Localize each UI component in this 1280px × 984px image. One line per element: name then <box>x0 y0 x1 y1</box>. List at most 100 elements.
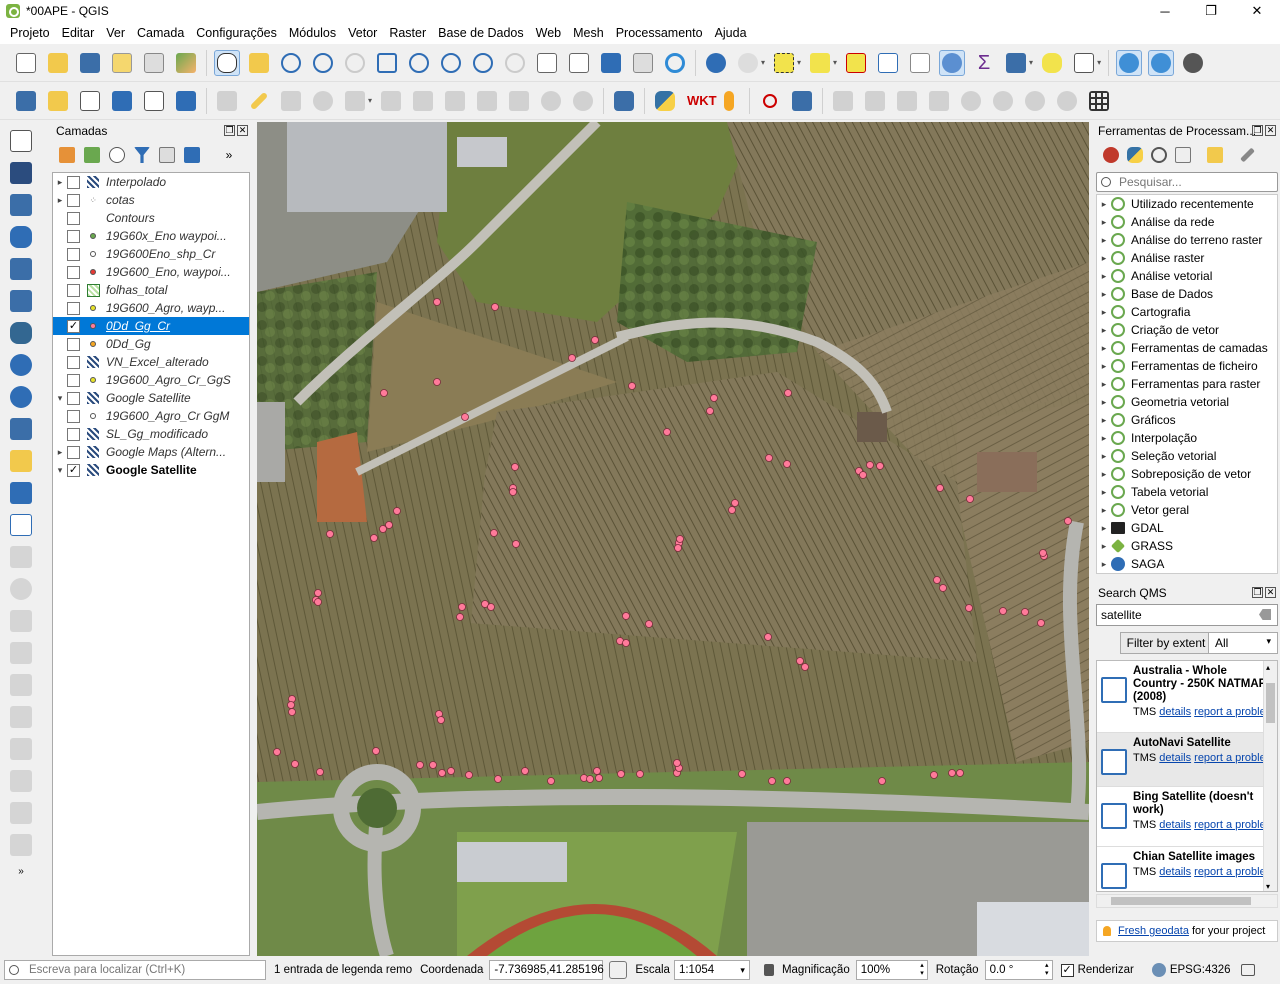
crs-icon[interactable] <box>1151 963 1166 977</box>
layer-row[interactable]: 19G600_Agro_Cr_GgS <box>53 371 249 389</box>
layer-visibility-checkbox[interactable]: ✓ <box>67 319 80 333</box>
database-icon[interactable] <box>611 88 637 114</box>
report-link[interactable]: report a proble <box>1194 819 1266 831</box>
measure-line-icon[interactable] <box>8 544 34 570</box>
close-panel-button[interactable]: ✕ <box>237 125 248 136</box>
processing-group[interactable]: ▸ Interpolação <box>1097 429 1277 447</box>
layer-row[interactable]: Contours <box>53 209 249 227</box>
layer-visibility-checkbox[interactable] <box>67 301 80 315</box>
layer-visibility-checkbox[interactable] <box>67 211 80 225</box>
processing-group[interactable]: ▸ GRASS <box>1097 537 1277 555</box>
processing-group[interactable]: ▸ Ferramentas de ficheiro <box>1097 357 1277 375</box>
zoom-full-icon[interactable] <box>374 50 400 76</box>
qms-search-icon[interactable] <box>1148 49 1175 76</box>
processing-options-icon[interactable] <box>1236 144 1258 166</box>
save-project-icon[interactable] <box>77 50 103 76</box>
layer-row[interactable]: ▾ Google Satellite <box>53 389 249 407</box>
menu-item-3[interactable]: Camada <box>131 26 190 40</box>
layer-row[interactable]: ▸ ⁘ cotas <box>53 191 249 209</box>
sum-icon[interactable]: Σ <box>971 50 997 76</box>
expand-arrow-icon[interactable]: ▸ <box>1097 415 1111 426</box>
processing-group[interactable]: ▸ Análise vetorial <box>1097 267 1277 285</box>
processing-group[interactable]: ▸ Gráficos <box>1097 411 1277 429</box>
expand-arrow-icon[interactable]: ▸ <box>1097 253 1111 264</box>
add-raster-layer-icon[interactable] <box>8 160 34 186</box>
layer-row[interactable]: 0Dd_Gg <box>53 335 249 353</box>
new-print-layout-icon[interactable] <box>109 50 135 76</box>
layer-row[interactable]: ▸ Interpolado <box>53 173 249 191</box>
globe-plugin-icon[interactable] <box>1180 50 1206 76</box>
open-project-icon[interactable] <box>45 50 71 76</box>
processing-group[interactable]: ▸ Análise do terreno raster <box>1097 231 1277 249</box>
zoom-selection-icon[interactable] <box>406 50 432 76</box>
layer-row[interactable]: ✓ 0Dd_Gg_Cr <box>53 317 249 335</box>
grid-icon[interactable] <box>1086 88 1112 114</box>
locator-input[interactable]: Escreva para localizar (Ctrl+K) <box>4 960 266 980</box>
processing-group[interactable]: ▸ Utilizado recentemente <box>1097 195 1277 213</box>
expand-arrow-icon[interactable]: ▸ <box>53 177 67 188</box>
expand-arrow-icon[interactable]: ▸ <box>1097 505 1111 516</box>
expand-arrow-icon[interactable]: ▸ <box>53 447 67 458</box>
slope-icon[interactable] <box>894 88 920 114</box>
delete-selected-icon[interactable] <box>410 88 436 114</box>
filter-legend-icon[interactable] <box>131 144 153 166</box>
processing-group[interactable]: ▸ Geometria vetorial <box>1097 393 1277 411</box>
qms-result-item[interactable]: Australia - Whole Country - 250K NATMAP … <box>1097 661 1277 733</box>
new-shapefile-icon[interactable] <box>77 88 103 114</box>
menu-item-7[interactable]: Raster <box>383 26 432 40</box>
zoom-layer-icon[interactable] <box>438 50 464 76</box>
new-memory-layer-icon[interactable] <box>173 88 199 114</box>
layer-visibility-checkbox[interactable] <box>67 175 80 189</box>
run-action-icon[interactable] <box>735 50 761 76</box>
merge-features-icon[interactable] <box>8 672 34 698</box>
coordinate-capture-icon[interactable] <box>757 88 783 114</box>
current-edits-icon[interactable] <box>214 88 240 114</box>
layer-visibility-checkbox[interactable] <box>67 355 80 369</box>
processing-group[interactable]: ▸ Seleção vetorial <box>1097 447 1277 465</box>
offset-curve-icon[interactable] <box>8 736 34 762</box>
layer-visibility-checkbox[interactable] <box>67 247 80 261</box>
report-link[interactable]: report a proble <box>1194 752 1266 764</box>
report-link[interactable]: report a proble <box>1194 866 1266 878</box>
add-delimited-text-icon[interactable] <box>8 224 34 250</box>
zoom-in-icon[interactable] <box>278 50 304 76</box>
expand-arrow-icon[interactable]: ▸ <box>1097 379 1111 390</box>
expand-arrow-icon[interactable]: ▸ <box>1097 487 1111 498</box>
expand-arrow-icon[interactable]: ▾ <box>53 465 67 476</box>
add-wfs-icon[interactable] <box>8 384 34 410</box>
open-styling-icon[interactable] <box>56 144 78 166</box>
details-link[interactable]: details <box>1159 866 1191 878</box>
select-by-expression-icon[interactable] <box>807 50 833 76</box>
add-postgis-icon[interactable] <box>8 320 34 346</box>
style-manager-icon[interactable] <box>173 50 199 76</box>
select-features-icon[interactable] <box>771 50 797 76</box>
close-processing-button[interactable]: ✕ <box>1265 125 1276 136</box>
processing-group[interactable]: ▸ Sobreposição de vetor <box>1097 465 1277 483</box>
map-tips-icon[interactable] <box>1039 50 1065 76</box>
menu-item-5[interactable]: Módulos <box>283 26 342 40</box>
processing-group[interactable]: ▸ Ferramentas de camadas <box>1097 339 1277 357</box>
expand-arrow-icon[interactable]: ▸ <box>1097 361 1111 372</box>
add-wms-icon[interactable] <box>8 352 34 378</box>
filter-expression-icon[interactable] <box>156 144 178 166</box>
processing-group[interactable]: ▸ Ferramentas para raster <box>1097 375 1277 393</box>
redo-icon[interactable] <box>570 88 596 114</box>
scale-field[interactable]: 1:1054 ▾ <box>673 960 750 980</box>
coordinate-field[interactable]: -7.736985,41.285196 <box>489 960 604 980</box>
float-processing-button[interactable]: ❐ <box>1252 125 1263 136</box>
menu-item-9[interactable]: Web <box>530 26 567 40</box>
minimize-button[interactable]: ─ <box>1142 0 1188 22</box>
modify-attributes-icon[interactable] <box>378 88 404 114</box>
add-mesh-layer-icon[interactable] <box>8 192 34 218</box>
layer-visibility-checkbox[interactable] <box>67 391 80 405</box>
text-annotation-icon[interactable] <box>1071 50 1097 76</box>
expand-arrow-icon[interactable]: ▸ <box>1097 451 1111 462</box>
render-checkbox[interactable]: ✓ <box>1060 963 1074 977</box>
fresh-geodata-link[interactable]: Fresh geodata <box>1118 925 1189 937</box>
map-canvas[interactable] <box>257 122 1089 956</box>
pan-map-icon[interactable] <box>214 49 240 76</box>
expand-arrow-icon[interactable]: ▸ <box>1097 289 1111 300</box>
new-gpkg-icon[interactable] <box>8 480 34 506</box>
add-feature-geopackage-icon[interactable] <box>45 88 71 114</box>
street-view-icon[interactable] <box>716 88 742 114</box>
